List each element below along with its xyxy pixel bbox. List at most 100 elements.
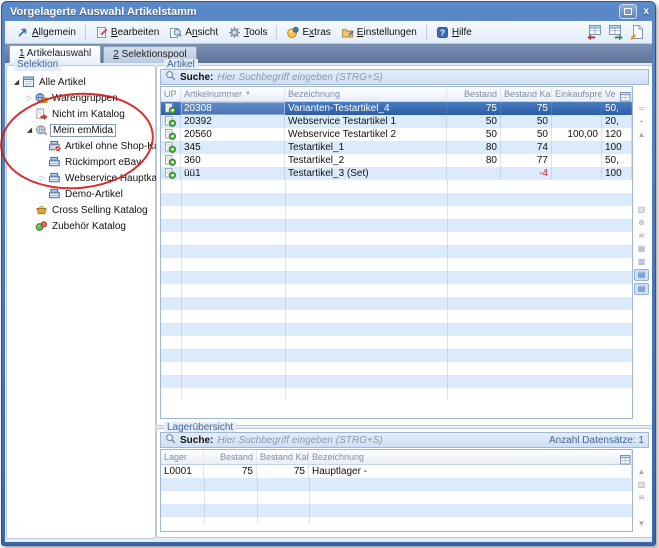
cell-bestand: 80 xyxy=(447,141,501,154)
scroll-up-icon[interactable]: ▲ xyxy=(635,129,648,140)
menu-items: Allgemein Bearbeiten Ansicht Tools ExtrasEin… xyxy=(11,24,586,41)
menu-separator xyxy=(426,25,427,40)
artikel-table-row[interactable]: 20560Webservice Testartikel 25050100,001… xyxy=(161,128,632,141)
tabstrip: 1 Artikelauswahl2 Selektionspool xyxy=(5,44,652,63)
column-header-bestand[interactable]: Bestand xyxy=(204,450,257,464)
tree-item-artikel-ohne-shop-kategorie[interactable]: Artikel ohne Shop-Kategorie xyxy=(7,138,155,154)
grid-view-icon[interactable]: ▤ xyxy=(634,269,649,281)
menubar: Allgemein Bearbeiten Ansicht Tools ExtrasEin… xyxy=(5,21,652,44)
lager-table-rows: L00017575Hauptlager - xyxy=(161,465,632,478)
cell-artikelnummer: 20392 xyxy=(181,115,285,128)
tree-item-label: Alle Artikel xyxy=(37,77,88,88)
column-header-bestand_kalk[interactable]: Bestand Kalk.. xyxy=(501,87,552,101)
shop-status-icon xyxy=(161,102,181,115)
artikel-table-row[interactable]: üü1Testartikel_3 (Set)-4100 xyxy=(161,167,632,180)
tree-item-mein-emmida[interactable]: ◢Mein emMida xyxy=(7,122,155,138)
filter-icon[interactable]: ▦ xyxy=(635,243,648,254)
column-header-up[interactable]: UP xyxy=(161,87,181,101)
column-header-bezeichnung[interactable]: Bezeichnung xyxy=(285,87,447,101)
auto-width-icon[interactable]: ≌ xyxy=(635,492,648,503)
menu-item-hilfe[interactable]: ?Hilfe xyxy=(431,24,477,41)
tree-item-zubehör-katalog[interactable]: Zubehör Katalog xyxy=(7,218,155,234)
maximize-button[interactable] xyxy=(619,4,637,19)
menu-separator xyxy=(276,25,277,40)
cell-ve: 100 xyxy=(602,167,632,180)
artikel-table-row[interactable]: 345Testartikel_18074100 xyxy=(161,141,632,154)
lager-table-row[interactable]: L00017575Hauptlager - xyxy=(161,465,632,478)
cell-bestand_kalk: 50 xyxy=(501,128,552,141)
tree-item-warengruppen[interactable]: ▷ Warengruppen xyxy=(7,90,155,106)
column-chooser-icon[interactable] xyxy=(620,452,631,470)
magnifier-page-icon xyxy=(169,26,182,39)
tree-item-webservice-hauptkategorie[interactable]: ▷Webservice Hauptkategorie xyxy=(7,170,155,186)
column-header-einkaufspreis[interactable]: Einkaufspreis xyxy=(552,87,602,101)
artikel-table-row[interactable]: 20308Varianten-Testartikel_4757550, xyxy=(161,102,632,115)
cell-bestand: 75 xyxy=(204,465,257,478)
scroll-up-icon[interactable]: ▲ xyxy=(635,466,648,477)
auto-width-icon[interactable]: ≌ xyxy=(635,230,648,241)
expander-icon[interactable]: ◢ xyxy=(11,78,22,86)
category-icon xyxy=(48,188,63,200)
selektion-groupbox: Selektion ◢Alle Artikel▷WarengruppenNich… xyxy=(6,65,156,539)
column-header-artikelnummer[interactable]: Artikelnummer▼ xyxy=(181,87,285,101)
column-header-bestand_kalk[interactable]: Bestand Kalk.. xyxy=(257,450,309,464)
cell-bestand_kalk: 75 xyxy=(501,102,552,115)
cell-bestand_kalk: 75 xyxy=(257,465,309,478)
artikel-table-rows: 20308Varianten-Testartikel_4757550,20392… xyxy=(161,102,632,180)
columns-icon[interactable]: ▥ xyxy=(635,204,648,215)
close-button[interactable]: x xyxy=(643,6,649,17)
menu-item-label: Ansicht xyxy=(185,27,218,38)
titlebar[interactable]: Vorgelagerte Auswahl Artikelstamm x xyxy=(2,2,655,21)
edit-page-icon xyxy=(95,26,108,39)
column-header-lager[interactable]: Lager xyxy=(161,450,204,464)
expander-icon[interactable]: ◢ xyxy=(24,126,35,134)
expander-icon[interactable]: ▷ xyxy=(24,94,35,102)
column-header-bestand[interactable]: Bestand xyxy=(447,87,501,101)
lager-groupbox: Lagerübersicht Suche: Hier Suchbegriff e… xyxy=(156,428,652,538)
table-export-icon[interactable] xyxy=(586,24,602,40)
tree-item-rückimport-ebay[interactable]: Rückimport eBay xyxy=(7,154,155,170)
menu-item-label: Bearbeiten xyxy=(111,27,159,38)
artikel-table-row[interactable]: 20392Webservice Testartikel 1505020, xyxy=(161,115,632,128)
menu-item-einstellungen[interactable]: Einstellungen xyxy=(336,24,422,41)
tree-item-cross-selling-katalog[interactable]: Cross Selling Katalog xyxy=(7,202,155,218)
menu-separator xyxy=(85,25,86,40)
category-icon xyxy=(48,172,63,184)
scroll-top-icon[interactable]: ≍ xyxy=(635,103,648,114)
search-icon xyxy=(165,70,176,84)
tree-item-alle-artikel[interactable]: ◢ Alle Artikel xyxy=(7,74,155,90)
table-import-icon[interactable] xyxy=(608,24,624,40)
columns-icon[interactable]: ▥ xyxy=(635,479,648,490)
cross-selling-icon xyxy=(35,204,50,216)
artikel-table-row[interactable]: 360Testartikel_2807750, xyxy=(161,154,632,167)
artikel-search-bar[interactable]: Suche: Hier Suchbegriff eingeben (STRG+S… xyxy=(160,69,649,85)
search-placeholder: Hier Suchbegriff eingeben (STRG+S) xyxy=(217,72,644,83)
tree-item-nicht-im-katalog[interactable]: Nicht im Katalog xyxy=(7,106,155,122)
tree-item-label: Nicht im Katalog xyxy=(50,109,127,120)
tree-item-label: Warengruppen xyxy=(50,93,120,104)
scroll-down-icon[interactable]: ▼ xyxy=(635,518,648,529)
new-document-icon[interactable] xyxy=(630,24,644,40)
column-header-bezeichnung[interactable]: Bezeichnung xyxy=(309,450,632,464)
expander-icon[interactable]: ▷ xyxy=(37,174,48,182)
menu-item-tools[interactable]: Tools xyxy=(223,24,272,41)
column-chooser-icon[interactable] xyxy=(620,89,631,107)
menu-item-label: Allgemein xyxy=(32,27,76,38)
card-view-icon[interactable]: ▤ xyxy=(634,283,649,295)
cell-bestand xyxy=(447,167,501,180)
product-groups-icon xyxy=(35,92,50,104)
menu-item-extras[interactable]: Extras xyxy=(281,24,335,41)
lager-table-header: LagerBestandBestand Kalk..Bezeichnung xyxy=(161,450,632,465)
scroll-cross-icon[interactable]: + xyxy=(635,116,648,127)
tree-item-demo-artikel[interactable]: Demo-Artikel xyxy=(7,186,155,202)
artikel-table-filler xyxy=(161,180,632,400)
menu-item-allgemein[interactable]: Allgemein xyxy=(11,24,81,41)
lager-search-bar[interactable]: Suche: Hier Suchbegriff eingeben (STRG+S… xyxy=(160,432,649,448)
search-placeholder: Hier Suchbegriff eingeben (STRG+S) xyxy=(217,435,545,446)
menu-item-bearbeiten[interactable]: Bearbeiten xyxy=(90,24,164,41)
cell-einkaufspreis xyxy=(552,167,602,180)
layout-icon[interactable]: ▩ xyxy=(635,256,648,267)
sort-icon: ▼ xyxy=(245,91,251,97)
zoom-icon[interactable]: ⊕ xyxy=(635,217,648,228)
menu-item-ansicht[interactable]: Ansicht xyxy=(164,24,223,41)
